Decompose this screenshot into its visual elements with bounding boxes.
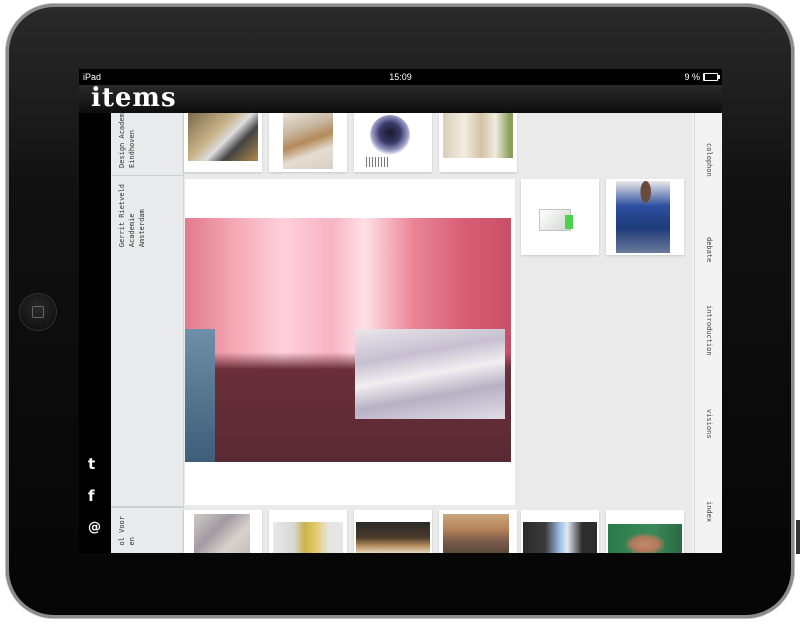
thumbnail-card[interactable] (439, 113, 517, 172)
dark-drop-print (370, 115, 410, 155)
laptop-desk-photo (523, 522, 597, 553)
messy-bed (355, 329, 505, 419)
image-grid (184, 113, 692, 553)
school-item[interactable]: Gerrit Rietveld Academie Amsterdam (111, 176, 183, 507)
wood-frame-photo (283, 113, 333, 169)
section-nav: colophon debate introduction visions ind… (694, 113, 722, 553)
ipad-frame: iPad 15:09 9 % items t f @ Design Academ… (0, 0, 800, 625)
nav-index[interactable]: index (695, 501, 722, 526)
nav-label: colophon (705, 143, 713, 177)
school-item[interactable]: Design Academy Eindhoven (111, 113, 183, 176)
thumbnail-card[interactable] (521, 510, 599, 553)
school-label: Design Academy Eindhoven (118, 113, 136, 169)
app-logo[interactable]: items (91, 85, 177, 111)
print-caption (366, 157, 388, 167)
street-buildings-photo (443, 514, 509, 553)
stage-lights-photo (356, 522, 430, 553)
school-list: Design Academy Eindhoven Gerrit Rietveld… (111, 113, 184, 553)
thumbnail-card[interactable] (439, 510, 517, 553)
social-bar: t f @ (79, 113, 111, 553)
workshop-photo (188, 113, 258, 161)
battery-indicator: 9 % (684, 69, 720, 85)
school-item[interactable]: ol Voor en (111, 507, 183, 553)
school-label: Gerrit Rietveld Academie Amsterdam (118, 184, 146, 248)
thumbnail-card[interactable] (521, 179, 599, 255)
woman-smiling-photo (608, 524, 682, 553)
battery-fill (704, 74, 706, 80)
cardboard-model-photo (443, 113, 513, 158)
nav-label: introduction (705, 305, 713, 356)
twitter-icon[interactable]: t (88, 456, 95, 472)
nav-label: visions (705, 409, 713, 439)
thumbnail-card[interactable] (184, 113, 262, 172)
side-port (796, 520, 800, 554)
poster-wall-photo (194, 514, 250, 553)
nav-label: index (705, 501, 713, 523)
nav-label: debate (705, 237, 713, 263)
home-button[interactable] (20, 294, 56, 330)
green-block (565, 215, 573, 229)
nav-debate[interactable]: debate (695, 237, 722, 266)
school-label: ol Voor en (118, 516, 136, 546)
thumbnail-card[interactable] (354, 510, 432, 553)
content-area: t f @ Design Academy Eindhoven Gerrit Ri… (79, 113, 722, 553)
yellow-card-photo (273, 522, 343, 553)
thumbnail-card[interactable] (184, 510, 262, 553)
email-icon[interactable]: @ (88, 520, 101, 536)
nav-colophon[interactable]: colophon (695, 143, 722, 181)
thumbnail-card[interactable] (269, 113, 347, 172)
battery-icon (703, 73, 720, 81)
facebook-icon[interactable]: f (88, 488, 95, 504)
thumbnail-card[interactable] (606, 510, 684, 553)
nav-introduction[interactable]: introduction (695, 305, 722, 360)
screen: iPad 15:09 9 % items t f @ Design Academ… (79, 69, 722, 553)
featured-card[interactable] (185, 179, 515, 505)
thumbnail-card[interactable] (354, 113, 432, 172)
thumbnail-card[interactable] (269, 510, 347, 553)
thumbnail-card[interactable] (606, 179, 684, 255)
nav-visions[interactable]: visions (695, 409, 722, 443)
person-in-blue-photo (616, 181, 670, 253)
blue-sweater (185, 329, 215, 462)
battery-text: 9 % (684, 72, 700, 82)
